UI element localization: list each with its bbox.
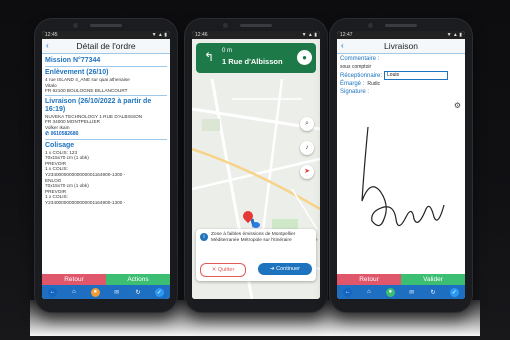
check-icon[interactable]: ✓ (154, 287, 164, 297)
refresh-icon[interactable]: ↻ (428, 288, 437, 297)
retour-button[interactable]: Retour (337, 274, 401, 285)
packaging-line: Y234000000000000001164900-1300 - (45, 199, 126, 205)
phone-number: 0610582680 (50, 130, 79, 137)
distance-label: 0 m (222, 48, 233, 54)
street-label: 1 Rue d'Albisson (222, 57, 283, 66)
back-icon[interactable]: ← (343, 287, 353, 297)
divider (45, 94, 167, 96)
quit-label: Quitter (217, 267, 235, 273)
volume-icon[interactable]: ♪ (300, 141, 314, 155)
quit-button[interactable]: ✕ Quitter (200, 263, 246, 277)
page-title: Livraison (383, 41, 419, 51)
status-time: 12:46 (195, 32, 208, 38)
status-bar: 12:46 ▼ ▲ ▮ (192, 31, 320, 39)
bottom-nav: ← ⌂ ● ✉ ↻ ✓ (337, 285, 465, 299)
title-bar: ‹ Livraison (337, 39, 465, 54)
phone-icon: ✆ (45, 130, 50, 137)
actions-button[interactable]: Actions (106, 274, 170, 285)
continue-label: Continuer (276, 266, 300, 272)
check-icon[interactable]: ✓ (449, 287, 459, 297)
comment-value: sous comptoir (340, 64, 372, 70)
speaker (385, 24, 417, 27)
action-row: Retour Valider (337, 274, 465, 285)
packaging-heading: Colisage (45, 141, 75, 149)
phone-navigation: 12:46 ▼ ▲ ▮ Place de la Comédie ⌕ (185, 19, 327, 312)
action-row: Retour Actions (42, 274, 170, 285)
back-arrow-icon[interactable]: ‹ (341, 39, 344, 53)
phone-order-detail: 12:45 ▼ ▲ ▮ ‹ Détail de l'ordre Mission … (35, 19, 177, 312)
home-icon[interactable]: ⌂ (69, 288, 78, 297)
status-icons: ▼ ▲ ▮ (151, 32, 167, 38)
pickup-line: FR 92100 BOULOGNE BILLANCOURT (45, 88, 128, 94)
pickup-heading: Enlèvement (26/10) (45, 69, 109, 76)
signed-value: Rudic (367, 81, 381, 87)
mail-icon[interactable]: ✉ (112, 288, 121, 297)
camera (73, 23, 78, 28)
arrow-icon: ➜ (270, 266, 275, 272)
phone-delivery-signature: 12:47 ▼ ▲ ▮ ‹ Livraison Commentaire : so… (330, 19, 472, 312)
delivery-phone-link[interactable]: ✆ 0610582680 (45, 131, 167, 138)
refresh-icon[interactable]: ↻ (133, 288, 142, 297)
mail-icon[interactable]: ✉ (407, 288, 416, 297)
status-icons: ▼ ▲ ▮ (301, 32, 317, 38)
navigation-header: ↰ 0 m 1 Rue d'Albisson ● (196, 43, 316, 73)
retour-button[interactable]: Retour (42, 274, 106, 285)
continue-button[interactable]: ➜ Continuer (258, 263, 312, 275)
camera (223, 23, 228, 28)
status-bar: 12:45 ▼ ▲ ▮ (42, 31, 170, 39)
divider (45, 138, 167, 140)
mission-number: Mission N°77344 (45, 57, 101, 64)
mic-icon[interactable]: ● (297, 50, 312, 65)
current-location-icon (252, 222, 260, 228)
receiver-input[interactable]: Louis (384, 71, 449, 80)
compass-icon[interactable]: ➤ (300, 165, 314, 179)
receiver-row: Réceptionnaire: Louis (340, 71, 462, 80)
receiver-label: Réceptionnaire: (340, 72, 383, 79)
delivery-form: Commentaire : sous comptoir Réceptionnai… (337, 54, 465, 96)
map-pin-icon[interactable]: ● (385, 287, 395, 297)
delivery-heading: Livraison (26/10/2022 à partir de 16:19) (45, 97, 152, 113)
title-bar: ‹ Détail de l'ordre (42, 39, 170, 54)
search-icon[interactable]: ⌕ (300, 117, 314, 131)
turn-direction-icon: ↰ (203, 50, 215, 64)
status-time: 12:47 (340, 32, 353, 38)
valider-button[interactable]: Valider (401, 274, 465, 285)
divider (45, 66, 167, 67)
back-icon[interactable]: ← (48, 287, 58, 297)
screen: 12:45 ▼ ▲ ▮ ‹ Détail de l'ordre Mission … (42, 31, 170, 299)
status-bar: 12:47 ▼ ▲ ▮ (337, 31, 465, 39)
speaker (240, 24, 272, 27)
comment-label: Commentaire : (340, 56, 380, 62)
map-pin-icon[interactable]: ● (90, 287, 100, 297)
status-time: 12:45 (45, 32, 58, 38)
status-icons: ▼ ▲ ▮ (446, 32, 462, 38)
signature-label: Signature : (340, 89, 370, 95)
signed-row: Émargé : Rudic (340, 80, 462, 88)
close-icon: ✕ (211, 267, 217, 273)
page-title: Détail de l'ordre (76, 41, 136, 51)
signature-pad[interactable] (340, 109, 462, 269)
screen: 12:46 ▼ ▲ ▮ Place de la Comédie ⌕ (192, 31, 320, 299)
bottom-nav: ← ⌂ ● ✉ ↻ ✓ (42, 285, 170, 299)
speaker (90, 24, 122, 27)
low-emission-zone-card: i Zone à faibles émissions de Montpellie… (196, 229, 316, 281)
signature-stroke (361, 126, 445, 227)
home-icon[interactable]: ⌂ (364, 288, 373, 297)
order-content: Mission N°77344 Enlèvement (26/10) 4 rue… (42, 54, 170, 206)
back-arrow-icon[interactable]: ‹ (46, 39, 49, 53)
zone-message: Zone à faibles émissions de Montpellier … (211, 232, 296, 243)
info-icon: i (200, 233, 208, 241)
camera (368, 23, 373, 28)
screen: 12:47 ▼ ▲ ▮ ‹ Livraison Commentaire : so… (337, 31, 465, 299)
signed-label: Émargé : (340, 81, 365, 87)
